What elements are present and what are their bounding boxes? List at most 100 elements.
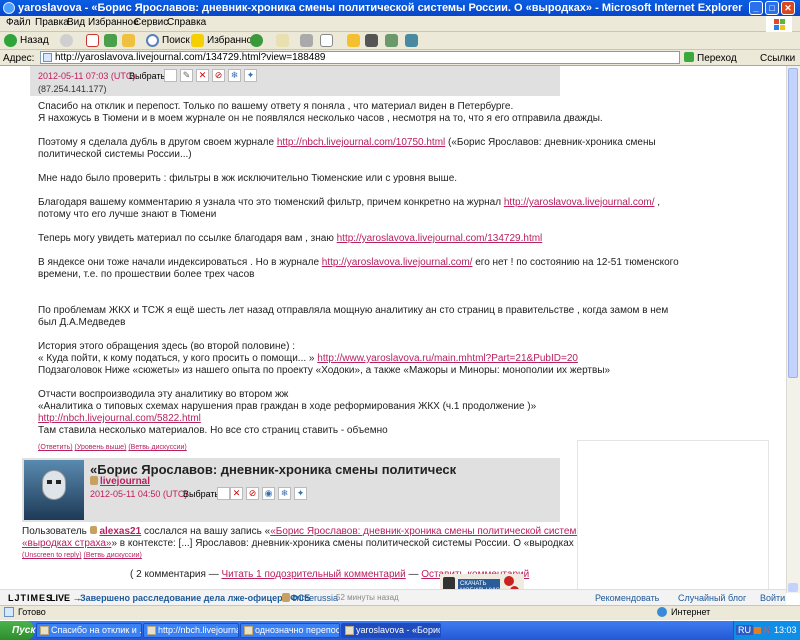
tray-k-icon[interactable]: K [764,625,771,635]
edit-icon[interactable] [320,34,333,47]
messenger-icon[interactable] [405,34,418,47]
search-button[interactable]: Поиск [162,35,190,46]
referenced-post-link-cont[interactable]: «выродках страха» [22,538,111,549]
taskbar-item[interactable]: http://nbch.livejournal.c... [143,623,239,638]
menu-favorites[interactable]: Избранное [88,17,139,28]
refresh-icon[interactable] [104,34,117,47]
mail-icon[interactable] [276,34,289,47]
toolbar: Назад Поиск Избранное [0,32,800,50]
taskbar-item[interactable]: однозначно перепост в ... [240,623,340,638]
user-icon [282,593,290,602]
status-text: Готово [18,607,46,617]
page-icon [43,53,52,62]
forward-arrow-icon[interactable] [60,34,73,47]
freeze-icon[interactable]: ❄ [228,69,241,82]
thread-link[interactable]: (Ветвь дискуссии) [128,444,186,451]
comment-actions: (Unscreen to reply) (Ветвь дискуссии) [22,552,142,559]
go-button[interactable]: Переход [697,53,737,64]
thread-link[interactable]: (Ветвь дискуссии) [83,552,141,559]
track-icon[interactable]: ✦ [294,487,307,500]
parent-link[interactable]: (Уровень выше) [75,444,127,451]
back-arrow-icon[interactable] [4,34,17,47]
back-button[interactable]: Назад [20,35,49,46]
internet-zone-icon [657,607,667,617]
yaroslavova-link[interactable]: http://yaroslavova.livejournal.com/ [504,197,655,208]
window-icon [244,626,253,635]
reply-link[interactable]: (Ответить) [38,444,73,451]
comment-line: Подзаголовок Ниже «сюжеты» из нашего опы… [38,365,611,376]
clock: 13:03 [774,625,797,635]
taskbar-item-active[interactable]: yaroslavova - «Борис... [341,623,441,638]
favorites-star-icon[interactable] [191,34,204,47]
minimize-button[interactable]: _ [749,1,763,15]
page-status-icon [4,607,14,617]
yaroslavova-main-link[interactable]: http://www.yaroslavova.ru/main.mhtml?Par… [317,353,578,364]
home-icon[interactable] [122,34,135,47]
menu-view[interactable]: Вид [67,17,85,28]
screen-icon[interactable]: ◉ [262,487,275,500]
comment-title: «Борис Ярославов: дневник-хроника смены … [90,462,457,477]
news-time-ago: 52 минуты назад [336,593,399,602]
track-icon[interactable]: ✦ [244,69,257,82]
delete-icon[interactable]: ✕ [230,487,243,500]
address-input[interactable]: http://yaroslavova.livejournal.com/13472… [40,51,680,64]
system-tray: RU K 13:03 [733,621,800,640]
nbch-link[interactable]: http://nbch.livejournal.com/10750.html [277,137,445,148]
edit-icon[interactable]: ✎ [180,69,193,82]
menu-help[interactable]: Справка [167,17,206,28]
tool-icon[interactable] [385,34,398,47]
zone-text: Интернет [671,607,711,617]
comment-line: Я нахожусь в Тюмени и в моем журнале он … [38,113,603,124]
folder-icon[interactable] [347,34,360,47]
read-suspicious-link[interactable]: Читать 1 подозрительный комментарий [221,569,405,580]
comment-actions: (Ответить) (Уровень выше) (Ветвь дискусс… [38,444,187,451]
menu-bar: Файл Правка Вид Избранное Сервис Справка [0,16,800,32]
scroll-down-arrow-icon[interactable] [788,583,798,592]
language-indicator[interactable]: RU [736,625,753,635]
ie-logo-icon [3,2,15,14]
comment-line: Мне надо было проверить : фильтры в жж и… [38,173,458,184]
k-icon[interactable] [365,34,378,47]
links-button[interactable]: Ссылки [760,53,795,64]
comment-line: политической системы России...) [38,149,192,160]
post-link[interactable]: http://yaroslavova.livejournal.com/13472… [337,233,543,244]
start-button[interactable]: Пуск [0,621,35,640]
tray-arrow-icon[interactable] [754,627,761,634]
comment-line: Там ставила несколько материалов. Но все… [38,425,388,436]
history-icon[interactable] [250,34,263,47]
spam-icon[interactable]: ⊘ [246,487,259,500]
spam-icon[interactable]: ⊘ [212,69,225,82]
random-blog-link[interactable]: Случайный блог [678,593,746,603]
avatar[interactable] [24,460,84,520]
user-link[interactable]: alexas21 [99,526,141,537]
stop-icon[interactable] [86,34,99,47]
maximize-button[interactable]: □ [765,1,779,15]
menu-file[interactable]: Файл [6,17,31,28]
nbch-5822-link[interactable]: http://nbch.livejournal.com/5822.html [38,413,201,424]
scrollbar-thumb[interactable] [788,68,798,378]
author-link[interactable]: livejournal [100,476,150,487]
yaroslavova-link-2[interactable]: http://yaroslavova.livejournal.com/ [322,257,473,268]
ljtimes-bar: LJTIMES LIVE → Завершено расследование д… [0,589,786,606]
go-arrow-icon[interactable] [684,52,694,62]
recommend-link[interactable]: Рекомендовать [595,593,659,603]
select-checkbox[interactable] [217,487,230,500]
delete-icon[interactable]: ✕ [196,69,209,82]
unscreen-link[interactable]: (Unscreen to reply) [22,552,82,559]
comment-line: Теперь могу увидеть материал по ссылке б… [38,233,543,244]
taskbar-item[interactable]: Спасибо на отклик и ... [36,623,142,638]
print-icon[interactable] [300,34,313,47]
news-user-link[interactable]: crimerussia [292,593,338,603]
pingback-line: «выродках страха»» в контексте: [...] Яр… [22,538,633,549]
menu-tools[interactable]: Сервис [134,17,168,28]
window-titlebar[interactable]: yaroslavova - «Борис Ярославов: дневник-… [0,0,800,16]
news-headline-link[interactable]: Завершено расследование дела лже-офицера… [80,593,311,603]
user-icon [90,476,98,485]
select-checkbox[interactable] [164,69,177,82]
freeze-icon[interactable]: ❄ [278,487,291,500]
menu-edit[interactable]: Правка [35,17,69,28]
close-button[interactable]: ✕ [781,1,795,15]
login-link[interactable]: Войти [760,593,785,603]
search-icon[interactable] [146,34,159,47]
sidebar-panel [577,440,769,597]
